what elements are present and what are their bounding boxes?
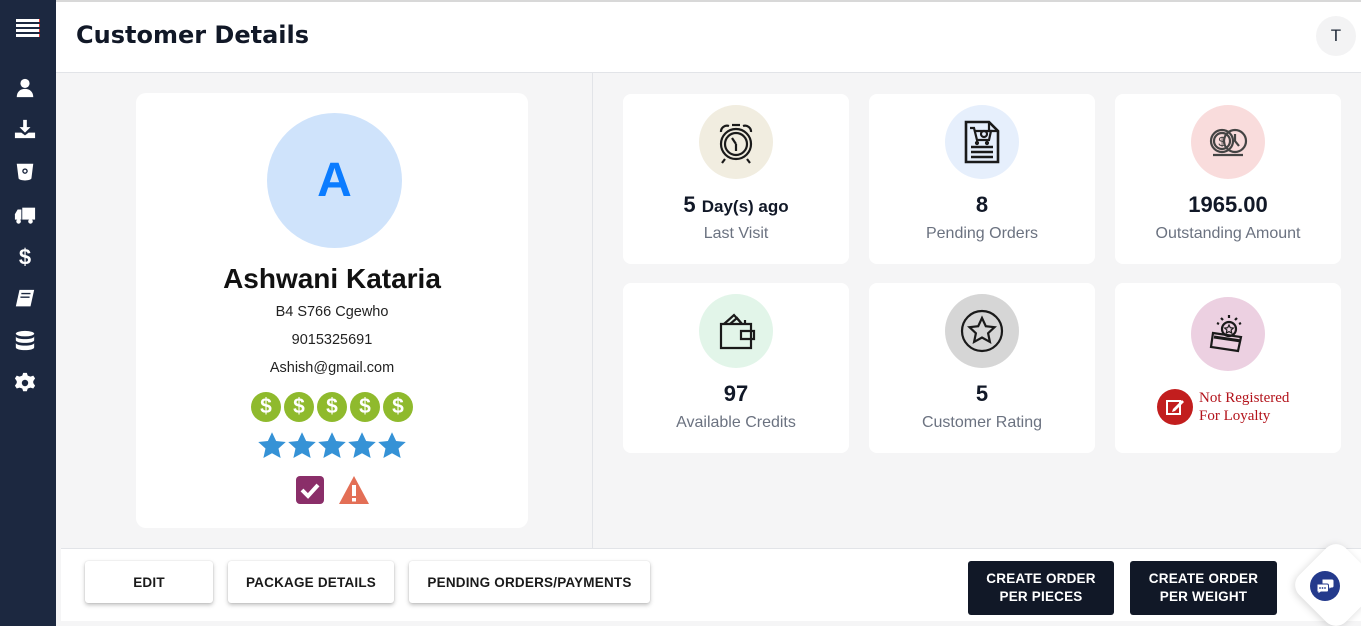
package-details-button[interactable]: PACKAGE DETAILS bbox=[228, 561, 394, 603]
order-document-icon bbox=[945, 105, 1019, 179]
sidebar-item-payments[interactable]: $ bbox=[13, 244, 37, 268]
stat-card-outstanding-amount[interactable]: $ 1965.00 Outstanding Amount bbox=[1115, 94, 1341, 264]
dollar-badge-icon: $ bbox=[350, 392, 380, 422]
sidebar: $ bbox=[0, 0, 56, 626]
button-label-line-2: PER PIECES bbox=[999, 589, 1083, 604]
dollar-badge-icon: $ bbox=[317, 392, 347, 422]
edit-button[interactable]: EDIT bbox=[85, 561, 213, 603]
warning-icon[interactable] bbox=[338, 474, 370, 506]
stat-card-pending-orders[interactable]: 8 Pending Orders bbox=[869, 94, 1095, 264]
dollar-badge-icon: $ bbox=[284, 392, 314, 422]
stat-label: Last Visit bbox=[703, 225, 769, 242]
stat-label: Customer Rating bbox=[921, 414, 1043, 431]
stat-card-loyalty[interactable]: Not Registered For Loyalty bbox=[1115, 283, 1341, 453]
star-icon bbox=[257, 431, 287, 466]
star-icon bbox=[317, 431, 347, 466]
bucket-icon bbox=[16, 163, 34, 181]
customer-name: Ashwani Kataria bbox=[223, 263, 441, 294]
book-icon bbox=[15, 289, 35, 307]
stat-value: 5 bbox=[975, 381, 989, 406]
stat-card-customer-rating[interactable]: 5 Customer Rating bbox=[869, 283, 1095, 453]
truck-icon bbox=[14, 207, 36, 224]
sidebar-item-delivery[interactable] bbox=[13, 203, 37, 227]
customer-email: Ashish@gmail.com bbox=[269, 360, 395, 376]
customer-address: B4 S766 Cgewho bbox=[275, 304, 389, 320]
stat-card-last-visit[interactable]: 5 Day(s) ago Last Visit bbox=[623, 94, 849, 264]
stat-label: Outstanding Amount bbox=[1155, 225, 1301, 242]
user-avatar[interactable]: T bbox=[1316, 16, 1356, 56]
customer-avatar: A bbox=[267, 113, 402, 248]
chat-bubbles-icon[interactable] bbox=[1310, 571, 1340, 601]
database-icon bbox=[15, 330, 35, 351]
user-icon bbox=[16, 78, 34, 98]
dollar-badge-icon: $ bbox=[251, 392, 281, 422]
star-rating bbox=[136, 431, 528, 466]
loyalty-line-1: Not Registered bbox=[1199, 390, 1290, 406]
loyalty-status-text: Not Registered For Loyalty bbox=[1199, 389, 1289, 425]
customer-profile-card: A Ashwani Kataria B4 S766 Cgewho 9015325… bbox=[136, 93, 528, 528]
dollar-badge-icon: $ bbox=[383, 392, 413, 422]
star-icon bbox=[347, 431, 377, 466]
customer-phone: 9015325691 bbox=[291, 332, 373, 348]
customer-flags bbox=[136, 474, 528, 506]
customer-profile-pane: A Ashwani Kataria B4 S766 Cgewho 9015325… bbox=[56, 73, 593, 548]
sidebar-item-customers[interactable] bbox=[13, 76, 37, 100]
coins-clock-icon: $ bbox=[1191, 105, 1265, 179]
customer-stats-pane: 5 Day(s) ago Last Visit 8 Pending Orders… bbox=[594, 73, 1361, 548]
top-bar: Customer Details T bbox=[56, 0, 1361, 73]
stat-label: Pending Orders bbox=[925, 225, 1039, 242]
button-label-line-2: PER WEIGHT bbox=[1159, 589, 1248, 604]
stat-value: 1965.00 bbox=[1188, 192, 1268, 217]
sidebar-item-ledger[interactable] bbox=[13, 287, 37, 311]
stat-value: 8 bbox=[975, 192, 989, 217]
loyalty-line-2: For Loyalty bbox=[1199, 408, 1271, 424]
svg-text:$: $ bbox=[19, 245, 31, 267]
verified-check-icon[interactable] bbox=[294, 474, 326, 506]
button-label-line-1: CREATE ORDER bbox=[1148, 571, 1259, 586]
hamburger-menu-icon[interactable] bbox=[16, 19, 40, 39]
dollar-icon: $ bbox=[19, 245, 31, 267]
star-icon bbox=[287, 431, 317, 466]
sidebar-item-settings[interactable] bbox=[13, 371, 37, 395]
stat-value: 97 bbox=[723, 381, 749, 406]
alarm-clock-icon bbox=[699, 105, 773, 179]
pending-orders-payments-button[interactable]: PENDING ORDERS/PAYMENTS bbox=[409, 561, 650, 603]
sidebar-item-data[interactable] bbox=[13, 329, 37, 353]
button-label-line-1: CREATE ORDER bbox=[986, 571, 1096, 586]
stat-label: Available Credits bbox=[676, 414, 796, 431]
create-order-per-pieces-button[interactable]: CREATE ORDER PER PIECES bbox=[968, 561, 1114, 615]
spending-level: $ $ $ $ $ bbox=[136, 392, 528, 422]
star-badge-icon bbox=[945, 294, 1019, 368]
sidebar-item-washing[interactable] bbox=[13, 160, 37, 184]
loyalty-card-icon bbox=[1191, 297, 1265, 371]
loyalty-status[interactable]: Not Registered For Loyalty bbox=[1157, 389, 1289, 425]
stat-value: 5 Day(s) ago bbox=[683, 192, 789, 217]
star-icon bbox=[377, 431, 407, 466]
edit-register-icon[interactable] bbox=[1157, 389, 1193, 425]
download-tray-icon bbox=[14, 119, 36, 139]
svg-text:$: $ bbox=[1218, 134, 1226, 149]
gear-icon bbox=[14, 372, 36, 392]
stat-card-available-credits[interactable]: 97 Available Credits bbox=[623, 283, 849, 453]
action-bar: EDIT PACKAGE DETAILS PENDING ORDERS/PAYM… bbox=[61, 538, 1361, 626]
create-order-per-weight-button[interactable]: CREATE ORDER PER WEIGHT bbox=[1130, 561, 1277, 615]
wallet-icon bbox=[699, 294, 773, 368]
page-title: Customer Details bbox=[76, 21, 310, 49]
sidebar-item-inbound[interactable] bbox=[13, 117, 37, 141]
